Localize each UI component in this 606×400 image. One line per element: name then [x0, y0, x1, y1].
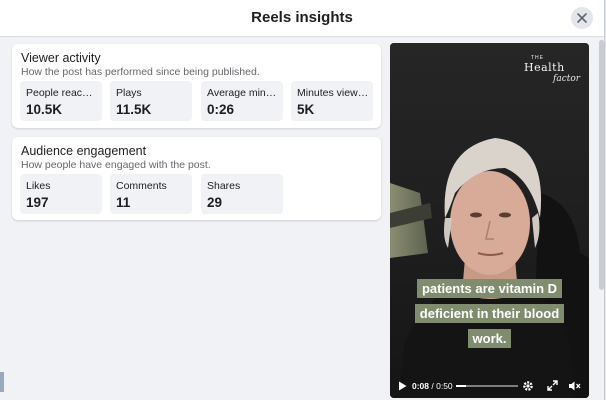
viewer-activity-metrics: People reached 10.5K Plays 11.5K Average…	[20, 81, 373, 121]
metric-shares[interactable]: Shares 29	[201, 174, 283, 214]
metric-average-minutes-viewed[interactable]: Average minutes viewed 0:26	[201, 81, 283, 121]
scrollbar[interactable]	[599, 40, 604, 290]
dialog-header: Reels insights	[0, 0, 604, 37]
mute-icon[interactable]	[568, 380, 581, 392]
caption-text: deficient in their blood	[414, 304, 565, 323]
current-time: 0:08	[412, 381, 430, 391]
metric-label: Plays	[116, 87, 142, 99]
metric-people-reached[interactable]: People reached 10.5K	[20, 81, 102, 121]
metric-value: 29	[207, 195, 223, 210]
gear-icon[interactable]	[522, 380, 534, 392]
logo-text-health: Health	[524, 61, 565, 74]
metric-value: 5K	[297, 102, 315, 117]
metric-label: Minutes viewed	[297, 87, 369, 99]
metric-label: Average minutes viewed	[207, 87, 279, 99]
close-button[interactable]	[571, 7, 593, 29]
audience-engagement-title: Audience engagement	[21, 144, 147, 158]
metric-value: 11.5K	[116, 102, 152, 117]
background-edge	[0, 372, 4, 392]
play-icon[interactable]	[398, 381, 407, 391]
audience-engagement-metrics: Likes 197 Comments 11 Shares 29	[20, 174, 373, 214]
metric-comments[interactable]: Comments 11	[110, 174, 192, 214]
metric-likes[interactable]: Likes 197	[20, 174, 102, 214]
dialog-title: Reels insights	[251, 9, 353, 26]
metric-value: 10.5K	[26, 102, 63, 117]
metric-plays[interactable]: Plays 11.5K	[110, 81, 192, 121]
audience-engagement-subtitle: How people have engaged with the post.	[21, 159, 211, 171]
metric-value: 197	[26, 195, 49, 210]
metric-minutes-viewed[interactable]: Minutes viewed 5K	[291, 81, 373, 121]
metric-label: Comments	[116, 180, 167, 192]
viewer-activity-title: Viewer activity	[21, 51, 101, 65]
logo-text-factor: factor	[553, 74, 581, 84]
caption-text: patients are vitamin D	[416, 279, 563, 298]
expand-icon[interactable]	[547, 380, 558, 391]
metric-value: 11	[116, 195, 131, 210]
video-duration: 0:50	[436, 381, 453, 391]
viewer-activity-subtitle: How the post has performed since being p…	[21, 66, 260, 78]
progress-fill	[456, 385, 466, 387]
close-icon	[577, 13, 587, 23]
video-caption-line-2: deficient in their blood	[390, 304, 589, 323]
metric-label: Shares	[207, 180, 241, 192]
viewer-activity-card: Viewer activity How the post has perform…	[12, 44, 381, 128]
video-caption-line-1: patients are vitamin D	[390, 279, 589, 298]
reels-insights-dialog: Reels insights Viewer activity How the p…	[0, 0, 605, 400]
audience-engagement-card: Audience engagement How people have enga…	[12, 137, 381, 220]
video-caption-line-3: work.	[390, 329, 589, 348]
caption-text: work.	[467, 329, 512, 348]
metric-value: 0:26	[207, 102, 235, 117]
reel-video-player[interactable]: THE Health factor patients are vitamin D…	[390, 43, 589, 398]
metric-label: Likes	[26, 180, 51, 192]
progress-bar[interactable]	[456, 385, 518, 387]
video-time: 0:08 / 0:50	[412, 381, 453, 391]
metric-label: People reached	[26, 87, 98, 99]
video-controls: 0:08 / 0:50	[390, 376, 589, 398]
